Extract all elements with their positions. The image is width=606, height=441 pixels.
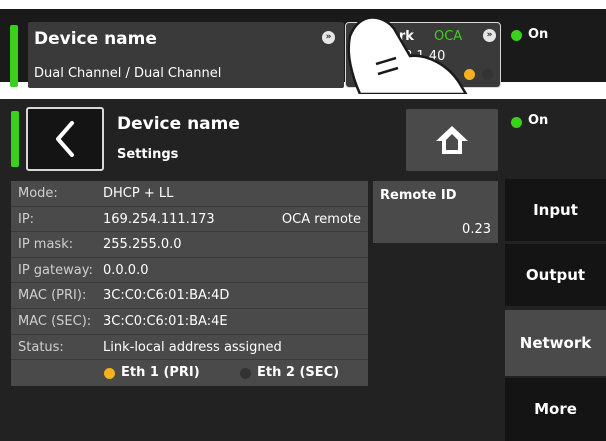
info-value: 3C:C0:C6:01:BA:4D: [103, 288, 230, 304]
info-label: Mode:: [18, 186, 58, 201]
info-label: IP gateway:: [18, 262, 93, 278]
info-icon[interactable]: »: [483, 29, 496, 42]
info-label: IP mask:: [18, 237, 74, 253]
home-icon: [436, 126, 468, 154]
info-label: Status:: [18, 339, 64, 355]
page-subtitle: Settings: [117, 147, 179, 162]
info-row-status: Status: Link-local address assigned: [11, 334, 368, 361]
info-value: 169.254.111.173: [103, 211, 215, 227]
tab-input[interactable]: Input: [505, 179, 606, 241]
status-bar: [10, 25, 18, 87]
info-row-ip-gateway: IP gateway: 0.0.0.0: [11, 257, 368, 284]
eth2-label: Eth 2 (SEC): [257, 365, 340, 381]
info-icon[interactable]: »: [322, 31, 335, 44]
device-subtitle: Dual Channel / Dual Channel: [34, 66, 222, 81]
back-button[interactable]: [26, 107, 104, 171]
page-title: Device name: [117, 114, 240, 134]
oca-remote-label: OCA remote: [281, 211, 361, 227]
network-info-table: Mode: DHCP + LL IP: 169.254.111.173 OCA …: [11, 181, 368, 387]
device-title: Device name: [34, 29, 157, 49]
info-value: DHCP + LL: [103, 186, 174, 201]
remote-id-label: Remote ID: [380, 188, 457, 203]
tab-more[interactable]: More: [505, 378, 606, 441]
info-row-ip-mask: IP mask: 255.255.0.0: [11, 232, 368, 258]
info-value: 255.255.0.0: [103, 237, 182, 253]
power-status-label: On: [528, 27, 549, 42]
info-row-ip: IP: 169.254.111.173 OCA remote: [11, 206, 368, 233]
info-row-mac-sec: MAC (SEC): 3C:C0:C6:01:BA:4E: [11, 308, 368, 335]
ethernet-port-row: Eth 1 (PRI) Eth 2 (SEC): [11, 360, 368, 387]
remote-id-value: 0.23: [462, 222, 491, 237]
eth1-status-dot: [104, 368, 115, 380]
pointing-finger-icon: [347, 18, 468, 94]
info-label: MAC (PRI):: [18, 288, 87, 304]
info-row-mode: Mode: DHCP + LL: [11, 181, 368, 207]
device-list-bar: Device name » Dual Channel / Dual Channe…: [0, 9, 606, 88]
info-row-mac-pri: MAC (PRI): 3C:C0:C6:01:BA:4D: [11, 283, 368, 309]
eth2-status-dot: [240, 368, 251, 380]
remote-id-tile[interactable]: Remote ID 0.23: [373, 181, 498, 243]
port-led-secondary: [482, 69, 493, 80]
tab-output[interactable]: Output: [505, 244, 606, 306]
power-status-dot: [511, 117, 522, 128]
info-value: 0.0.0.0: [103, 262, 149, 278]
power-status-label: On: [528, 113, 549, 128]
settings-panel: Device name Settings On Mode: DHCP + LL …: [0, 99, 606, 441]
info-label: IP:: [18, 211, 35, 227]
power-status-dot: [511, 30, 522, 41]
info-label: MAC (SEC):: [18, 313, 92, 329]
tab-network[interactable]: Network: [505, 310, 606, 376]
status-bar: [11, 111, 19, 167]
eth1-label: Eth 1 (PRI): [121, 365, 200, 381]
top-strip: Device name » Dual Channel / Dual Channe…: [0, 0, 606, 94]
home-button[interactable]: [406, 109, 498, 171]
back-arrow-icon: [56, 121, 74, 157]
device-tile[interactable]: Device name » Dual Channel / Dual Channe…: [28, 22, 344, 88]
info-value: Link-local address assigned: [103, 339, 282, 355]
info-value: 3C:C0:C6:01:BA:4E: [103, 313, 228, 329]
